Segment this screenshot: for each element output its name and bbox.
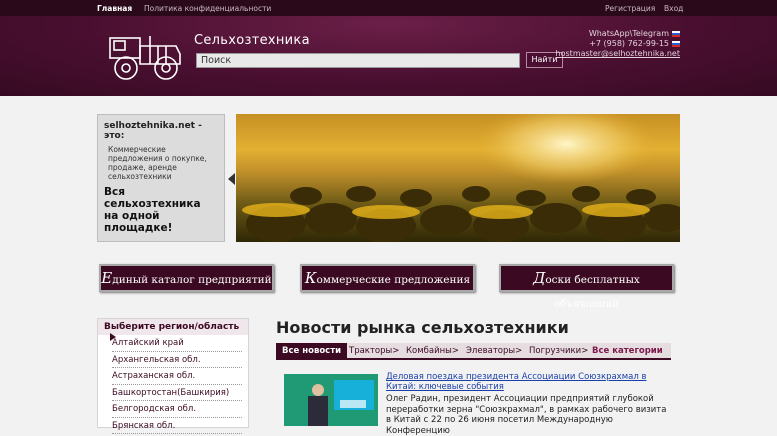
region-list: Выберите регион/область Алтайский край А… (97, 318, 249, 434)
region-list-title-text: Выберите регион/область (104, 322, 240, 332)
promo-text: Коммерческие предложения о покупке, прод… (108, 145, 207, 181)
news-headline-link[interactable]: Деловая поездка президента Ассоциации Со… (386, 372, 671, 392)
offers-button-initial: К (304, 269, 317, 287)
region-item[interactable]: Архангельская обл. (112, 352, 242, 368)
region-item[interactable]: Брянская обл. (112, 418, 242, 434)
nav-policy-link[interactable]: Политика конфиденциальности (144, 4, 271, 13)
tab-combines[interactable]: Комбайны> (406, 346, 459, 356)
classifieds-button-label: оски бесплатных объявлений (545, 274, 640, 310)
region-item[interactable]: Белгородская обл. (112, 401, 242, 418)
nav-home-link[interactable]: Главная (97, 4, 132, 13)
site-header: Сельхозтехника Поиск Найти WhatsApp\Tele… (0, 16, 777, 96)
site-title[interactable]: Сельхозтехника (194, 33, 310, 48)
phone-number[interactable]: +7 (958) 762-99-15 (589, 39, 669, 48)
email-link[interactable]: hostmaster@selhoztehnika.net (556, 49, 680, 59)
promo-title: selhoztehnika.net - это: (104, 121, 202, 141)
classifieds-button[interactable]: Доски бесплатных объявлений (499, 264, 674, 310)
news-excerpt: Олег Радин, президент Ассоциации предпри… (386, 394, 667, 436)
russia-flag-icon (672, 40, 680, 47)
tab-loaders[interactable]: Погрузчики> (529, 346, 588, 356)
top-nav: Главная Политика конфиденциальности Реги… (0, 0, 777, 16)
slider-prev-arrow-icon[interactable] (228, 173, 235, 185)
promo-slogan: Вся сельхозтехника на одной площадке! (104, 186, 201, 234)
promo-box: selhoztehnika.net - это: Коммерческие пр… (97, 114, 225, 242)
catalog-button[interactable]: Единый каталог предприятий (99, 264, 274, 292)
tab-elevators[interactable]: Элеваторы> (466, 346, 522, 356)
news-tabs: Все новости Тракторы> Комбайны> Элеватор… (276, 343, 671, 360)
offers-button-label: оммерческие предложения (316, 274, 471, 286)
tab-tractors[interactable]: Тракторы> (349, 346, 399, 356)
classifieds-button-initial: Д (533, 269, 546, 287)
russia-flag-icon (672, 30, 680, 37)
region-item[interactable]: Алтайский край (112, 335, 242, 352)
news-thumbnail-image[interactable] (284, 374, 378, 426)
tab-all-news[interactable]: Все новости (276, 343, 348, 360)
login-link[interactable]: Вход (664, 4, 683, 13)
search-input[interactable]: Поиск (196, 53, 520, 68)
tractor-logo-icon[interactable] (106, 24, 186, 82)
catalog-button-initial: Е (101, 269, 113, 287)
contacts-block: WhatsApp\Telegram +7 (958) 762-99-15 hos… (556, 29, 680, 59)
region-item[interactable]: Башкортостан(Башкирия) (112, 385, 242, 401)
sunflower-banner-image (236, 114, 680, 242)
messenger-label: WhatsApp\Telegram (588, 29, 669, 38)
region-list-title[interactable]: Выберите регион/область (98, 319, 248, 341)
register-link[interactable]: Регистрация (605, 4, 655, 13)
catalog-button-label: диный каталог предприятий (112, 274, 272, 286)
news-section-title: Новости рынка сельхозтехники (276, 318, 569, 337)
region-item[interactable]: Астраханская обл. (112, 368, 242, 385)
tab-all-categories[interactable]: Все категории (592, 346, 663, 356)
offers-button[interactable]: Коммерческие предложения (300, 264, 475, 292)
